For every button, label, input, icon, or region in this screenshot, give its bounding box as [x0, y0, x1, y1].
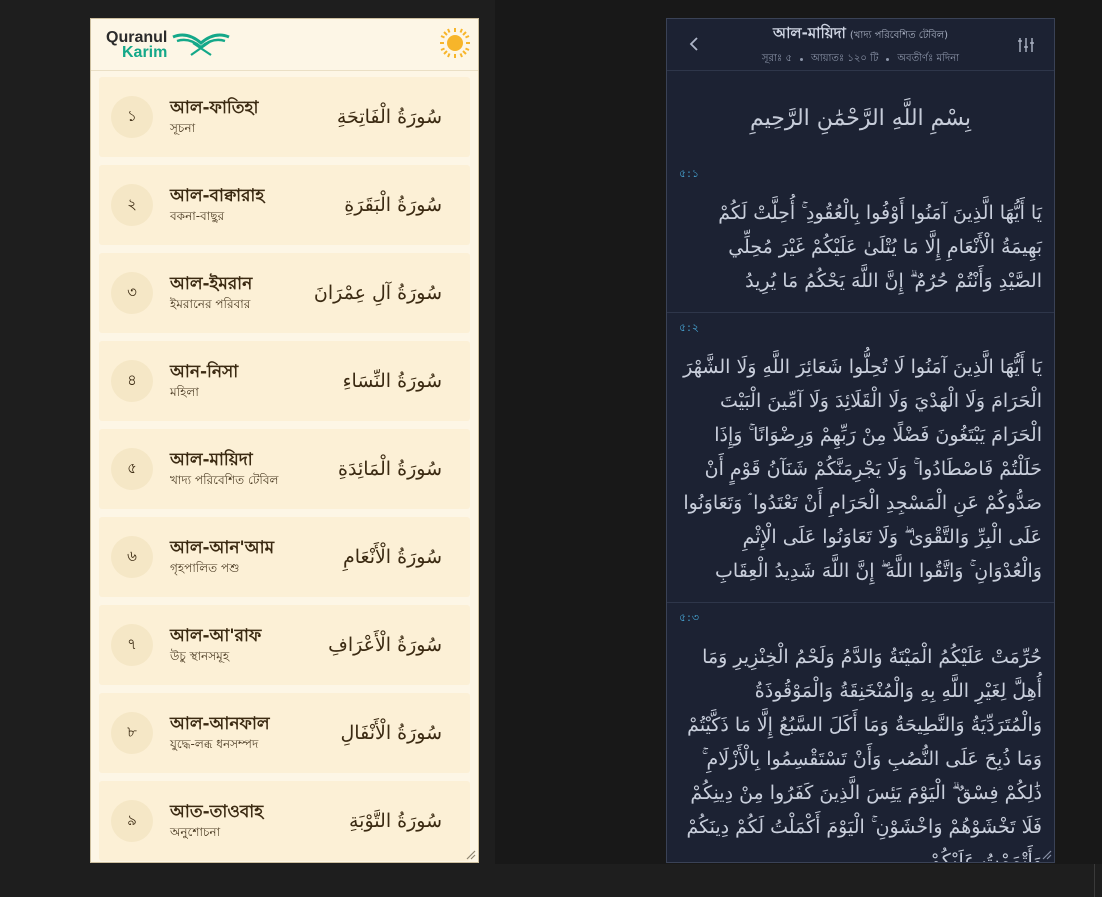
ayah-text: يَا أَيُّهَا الَّذِينَ آمَنُوا أَوْفُوا …	[718, 202, 1042, 292]
surah-name: আল-মায়িদা	[170, 450, 253, 470]
surah-meaning: খাদ্য পরিবেশিত টেবিল	[170, 473, 279, 487]
surah-arabic-name: سُورَةُ الْأَعْرَافِ	[328, 634, 442, 656]
surah-meaning: অনুশোচনা	[170, 825, 221, 839]
surah-item[interactable]: ১ আল-ফাতিহা সূচনা سُورَةُ الْفَاتِحَةِ	[99, 77, 470, 157]
settings-sliders-icon[interactable]	[1016, 35, 1036, 55]
surah-meta: সূরাঃ ৫ আয়াতঃ ১২০ টি অবতীর্ণঃ মদিনা	[762, 51, 959, 68]
surah-arabic-name: سُورَةُ النِّسَاءِ	[342, 370, 442, 392]
back-arrow-icon[interactable]	[685, 33, 703, 55]
surah-reader-window: আল-মায়িদা (খাদ্য পরিবেশিত টেবিল) সূরাঃ …	[666, 18, 1055, 863]
surah-name: আল-আন'আম	[170, 538, 275, 558]
reader-header: আল-মায়িদা (খাদ্য পরিবেশিত টেবিল) সূরাঃ …	[667, 19, 1054, 71]
window-edge	[1094, 864, 1102, 897]
surah-item[interactable]: ৯ আত-তাওবাহ অনুশোচনা سُورَةُ التَّوْبَةِ	[99, 781, 470, 861]
surah-list-window: Quranul Karim ১ আল-ফাতিহা সূচনা سُورَةُ …	[90, 18, 479, 863]
surah-number: ২	[111, 184, 153, 226]
surah-item[interactable]: ৬ আল-আন'আম গৃহপালিত পশু سُورَةُ الْأَنْع…	[99, 517, 470, 597]
surah-number: ৪	[111, 360, 153, 402]
ayah-block[interactable]: ৫:২ يَا أَيُّهَا الَّذِينَ آمَنُوا لَا ت…	[667, 313, 1054, 603]
surah-arabic-name: سُورَةُ الْأَنْعَامِ	[342, 546, 442, 568]
surah-arabic-name: سُورَةُ آلِ عِمْرَانَ	[313, 282, 442, 304]
surah-list: ১ আল-ফাতিহা সূচনা سُورَةُ الْفَاتِحَةِ ২…	[91, 71, 478, 861]
surah-name: আন-নিসা	[170, 362, 239, 382]
surah-name: আল-আ'রাফ	[170, 626, 262, 646]
app-logo[interactable]: Quranul Karim	[106, 28, 231, 61]
surah-name: আল-বাক্বারাহ	[170, 186, 265, 206]
surah-arabic-name: سُورَةُ الْفَاتِحَةِ	[336, 106, 442, 128]
surah-meaning: মহিলা	[170, 385, 199, 399]
surah-number: ৩	[111, 272, 153, 314]
surah-item[interactable]: ৪ আন-নিসা মহিলা سُورَةُ النِّسَاءِ	[99, 341, 470, 421]
theme-toggle-button[interactable]	[438, 26, 472, 64]
surah-name: আল-ফাতিহা	[170, 98, 259, 118]
ayah-text: يَا أَيُّهَا الَّذِينَ آمَنُوا لَا تُحِل…	[683, 356, 1042, 582]
reader-title: আল-মায়িদা	[772, 23, 846, 42]
reader-subtitle: (খাদ্য পরিবেশিত টেবিল)	[849, 29, 949, 41]
logo-line2: Karim	[122, 43, 168, 61]
surah-arabic-name: سُورَةُ الْأَنْفَالِ	[340, 722, 442, 744]
meta-ayah-count: আয়াতঃ ১২০ টি	[810, 52, 879, 64]
app-header: Quranul Karim	[91, 19, 478, 71]
surah-number: ৮	[111, 712, 153, 754]
surah-meaning: গৃহপালিত পশু	[170, 561, 240, 575]
surah-name: আল-ইমরান	[170, 274, 253, 294]
resize-grip-icon[interactable]	[464, 848, 476, 860]
ayah-reference: ৫:১	[679, 167, 700, 180]
surah-number: ৬	[111, 536, 153, 578]
ayah-block[interactable]: ৫:১ يَا أَيُّهَا الَّذِينَ آمَنُوا أَوْف…	[667, 159, 1054, 313]
sun-icon	[440, 27, 470, 58]
surah-number: ৯	[111, 800, 153, 842]
surah-arabic-name: سُورَةُ التَّوْبَةِ	[349, 810, 442, 832]
logo-line1: Quranul	[106, 28, 168, 46]
surah-item[interactable]: ৩ আল-ইমরান ইমরানের পরিবার سُورَةُ آلِ عِ…	[99, 253, 470, 333]
surah-item[interactable]: ৫ আল-মায়িদা খাদ্য পরিবেশিত টেবিল سُورَة…	[99, 429, 470, 509]
book-logo-icon	[172, 33, 230, 56]
surah-meaning: সূচনা	[170, 121, 196, 135]
ayah-reference: ৫:২	[679, 321, 700, 334]
surah-arabic-name: سُورَةُ الْبَقَرَةِ	[344, 194, 442, 216]
separator-dot	[799, 57, 803, 61]
meta-revelation: অবতীর্ণঃ মদিনা	[897, 52, 960, 64]
surah-meaning: ইমরানের পরিবার	[170, 297, 251, 311]
surah-item[interactable]: ২ আল-বাক্বারাহ বকনা-বাছুর سُورَةُ الْبَق…	[99, 165, 470, 245]
resize-grip-icon[interactable]	[1040, 848, 1052, 860]
surah-number: ৫	[111, 448, 153, 490]
separator-dot	[886, 57, 890, 61]
ayah-block[interactable]: ৫:৩ حُرِّمَتْ عَلَيْكُمُ الْمَيْتَةُ وَا…	[667, 603, 1054, 863]
surah-number: ৭	[111, 624, 153, 666]
surah-number: ১	[111, 96, 153, 138]
surah-item[interactable]: ৭ আল-আ'রাফ উচু স্থানসমূহ سُورَةُ الْأَعْ…	[99, 605, 470, 685]
surah-name: আত-তাওবাহ	[170, 802, 264, 822]
surah-name: আল-আনফাল	[170, 714, 270, 734]
surah-meaning: উচু স্থানসমূহ	[170, 649, 230, 663]
surah-meaning: যুদ্ধে-লব্ধ ধনসম্পদ	[170, 737, 259, 751]
surah-arabic-name: سُورَةُ الْمَائِدَةِ	[338, 458, 442, 480]
bismillah: بِسْمِ اللَّهِ الرَّحْمَٰنِ الرَّحِيمِ	[749, 105, 972, 131]
meta-surah-number: সূরাঃ ৫	[761, 52, 792, 64]
surah-meaning: বকনা-বাছুর	[170, 209, 225, 223]
ayah-text: حُرِّمَتْ عَلَيْكُمُ الْمَيْتَةُ وَالدَّ…	[686, 646, 1043, 863]
surah-item[interactable]: ৮ আল-আনফাল যুদ্ধে-লব্ধ ধনসম্পদ سُورَةُ ا…	[99, 693, 470, 773]
ayah-reference: ৫:৩	[679, 611, 700, 624]
